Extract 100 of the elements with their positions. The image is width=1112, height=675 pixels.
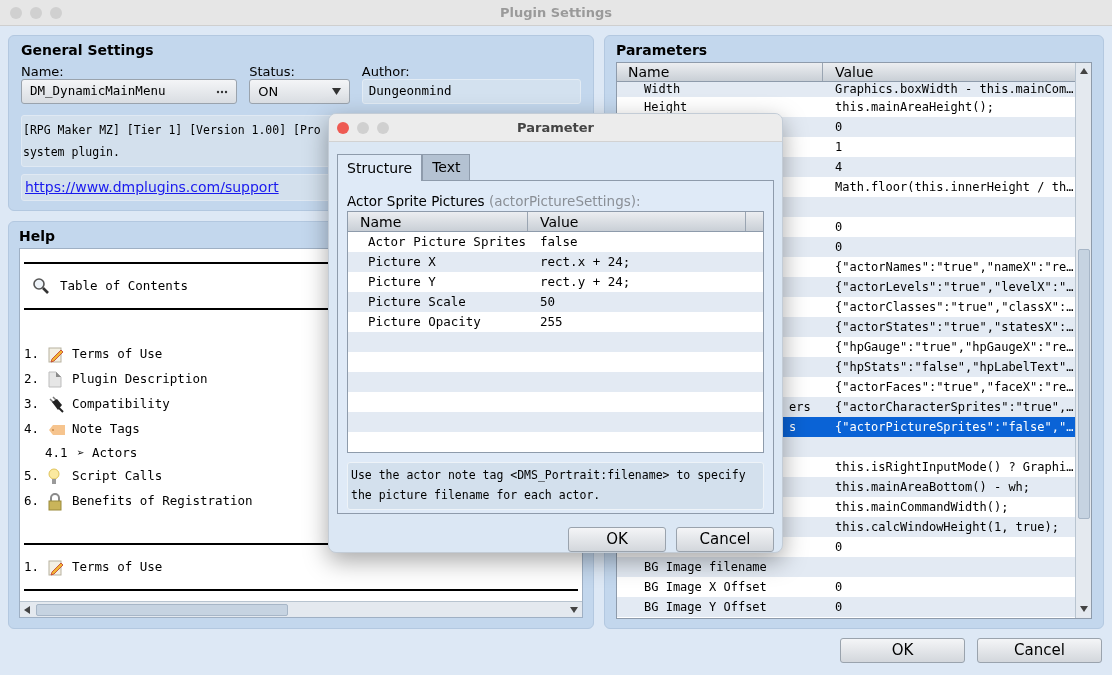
- help-link[interactable]: ➢ Actors: [77, 443, 138, 463]
- table-cell: Picture Scale: [368, 293, 466, 309]
- help-link[interactable]: Terms of Use: [72, 345, 163, 364]
- table-cell: 50: [540, 293, 556, 309]
- list-number: 1.: [24, 345, 41, 364]
- notepad-pencil-icon: [48, 558, 64, 576]
- section-heading: Terms of Use: [72, 557, 163, 576]
- table-cell: {"hpGauge":"true","hpGaugeX":"re…: [835, 340, 1074, 354]
- column-header[interactable]: Value: [528, 212, 746, 231]
- ellipsis-icon: [216, 89, 229, 94]
- plug-icon: [48, 396, 64, 413]
- caret-icon: [331, 88, 341, 95]
- search-icon: [32, 277, 50, 295]
- column-header[interactable]: Name: [617, 63, 823, 81]
- table-cell: {"hpStats":"false","hpLabelText"…: [835, 360, 1074, 374]
- dialog-title: Parameter: [517, 118, 594, 137]
- status-dropdown[interactable]: ON: [249, 79, 350, 104]
- document-icon: [48, 371, 62, 388]
- minimize-button[interactable]: [357, 121, 369, 134]
- description-text: [RPG Maker MZ] [Tier 1] [Version 1.00] [Pro: [23, 122, 321, 139]
- table-cell: ers: [789, 400, 811, 414]
- table-cell: Picture Opacity: [368, 313, 481, 329]
- padlock-icon: [48, 492, 62, 511]
- table-cell: 0: [835, 240, 843, 254]
- list-number: 4.: [24, 420, 41, 439]
- help-link[interactable]: Benefits of Registration: [72, 492, 253, 511]
- table-cell: s: [789, 420, 797, 434]
- author-field[interactable]: Dungeonmind: [361, 79, 581, 104]
- table-cell: {"actorFaces":"true","faceX":"re…: [835, 380, 1074, 394]
- table-cell: 0: [835, 580, 843, 594]
- name-field[interactable]: DM_DynamicMainMenu: [21, 79, 238, 104]
- tab[interactable]: Structure: [337, 154, 423, 181]
- table-cell: {"actorStates":"true","statesX":…: [835, 320, 1074, 334]
- help-link[interactable]: Compatibility: [72, 395, 170, 414]
- table-cell: this.mainAreaHeight();: [835, 100, 994, 114]
- panel-title: Parameters: [616, 41, 708, 60]
- scrollbar[interactable]: [1075, 63, 1091, 618]
- scrollbar-thumb[interactable]: [36, 603, 288, 616]
- list-number: 2.: [24, 370, 41, 389]
- field-label: Author:: [361, 63, 411, 79]
- table-row[interactable]: BG Image filename: [617, 557, 1075, 577]
- table-cell: Picture X: [368, 253, 436, 269]
- dialog-button[interactable]: Cancel: [676, 527, 774, 552]
- table-cell: 1: [835, 140, 843, 154]
- table-cell: false: [540, 233, 578, 249]
- table-cell: 0: [835, 540, 843, 554]
- table-cell: Graphics.boxWidth - this.mainCom…: [835, 82, 1074, 96]
- description-text: system plugin.: [23, 144, 120, 161]
- dialog-button[interactable]: OK: [568, 527, 666, 552]
- list-number: 1.: [24, 557, 41, 576]
- table-cell: Actor Picture Sprites: [368, 233, 527, 249]
- dialog-button[interactable]: Cancel: [977, 638, 1102, 663]
- table-row[interactable]: Width Graphics.boxWidth - this.mainCom…: [617, 82, 1075, 97]
- table-cell: 0: [835, 120, 843, 134]
- table-cell: this.calcWindowHeight(1, true);: [835, 520, 1059, 534]
- table-cell: 0: [835, 600, 843, 614]
- table-cell: 0: [835, 220, 843, 234]
- table-cell: 4: [835, 160, 843, 174]
- dialog-button[interactable]: OK: [840, 638, 965, 663]
- table-cell: Math.floor(this.innerHeight / th…: [835, 180, 1074, 194]
- description-text: Use the actor note tag <DMS_Portrait:filename> to specify the picture filename for each actor.: [347, 462, 764, 510]
- table-cell: this.mainCommandWidth();: [835, 500, 1009, 514]
- help-link[interactable]: Script Calls: [72, 467, 163, 486]
- table-cell: 255: [540, 313, 563, 329]
- notepad-pencil-icon: [48, 346, 64, 363]
- zoom-button[interactable]: [377, 121, 389, 134]
- list-number: 6.: [24, 492, 41, 511]
- panel-title: Help: [19, 227, 56, 246]
- table-cell: {"actorPictureSprites":"false","…: [835, 420, 1074, 434]
- tag-icon: [48, 422, 66, 437]
- window-title: Plugin Settings: [499, 3, 613, 22]
- lightbulb-icon: [48, 467, 60, 486]
- table-cell: this.mainAreaBottom() - wh;: [835, 480, 1031, 494]
- list-number: 4.1: [45, 443, 69, 462]
- table-cell: Picture Y: [368, 273, 436, 289]
- table-cell: {"actorLevels":"true","levelX":"…: [835, 280, 1074, 294]
- panel-title: General Settings: [21, 41, 154, 60]
- list-number: 3.: [24, 395, 41, 414]
- section-title: Actor Sprite Pictures: [347, 193, 485, 209]
- table-cell: Height: [644, 100, 688, 114]
- table-cell: {"actorClasses":"true","classX":…: [835, 300, 1074, 314]
- table-cell: {"actorCharacterSprites":"true",…: [835, 400, 1074, 414]
- table-cell: BG Image Y Offset: [644, 600, 767, 614]
- close-button[interactable]: [337, 121, 349, 134]
- scrollbar-thumb[interactable]: [1077, 249, 1090, 519]
- table-cell: this.isRightInputMode() ? Graphi…: [835, 460, 1074, 474]
- toc-title: Table of Contents: [60, 276, 188, 295]
- table-cell: {"actorNames":"true","nameX":"re…: [835, 260, 1074, 274]
- column-header[interactable]: Name: [348, 212, 528, 231]
- field-label: Status:: [249, 63, 296, 79]
- field-label: Name:: [21, 63, 65, 79]
- help-link[interactable]: Plugin Description: [72, 370, 208, 389]
- table-row[interactable]: BG Image Y Offset 0: [617, 597, 1075, 617]
- list-number: 5.: [24, 467, 41, 486]
- help-link[interactable]: Note Tags: [72, 420, 140, 439]
- tab[interactable]: Text: [422, 154, 471, 180]
- table-cell: Width: [644, 82, 681, 96]
- table-cell: BG Image X Offset: [644, 580, 767, 594]
- column-header[interactable]: Value: [823, 63, 1075, 81]
- table-cell: BG Image filename: [644, 560, 767, 574]
